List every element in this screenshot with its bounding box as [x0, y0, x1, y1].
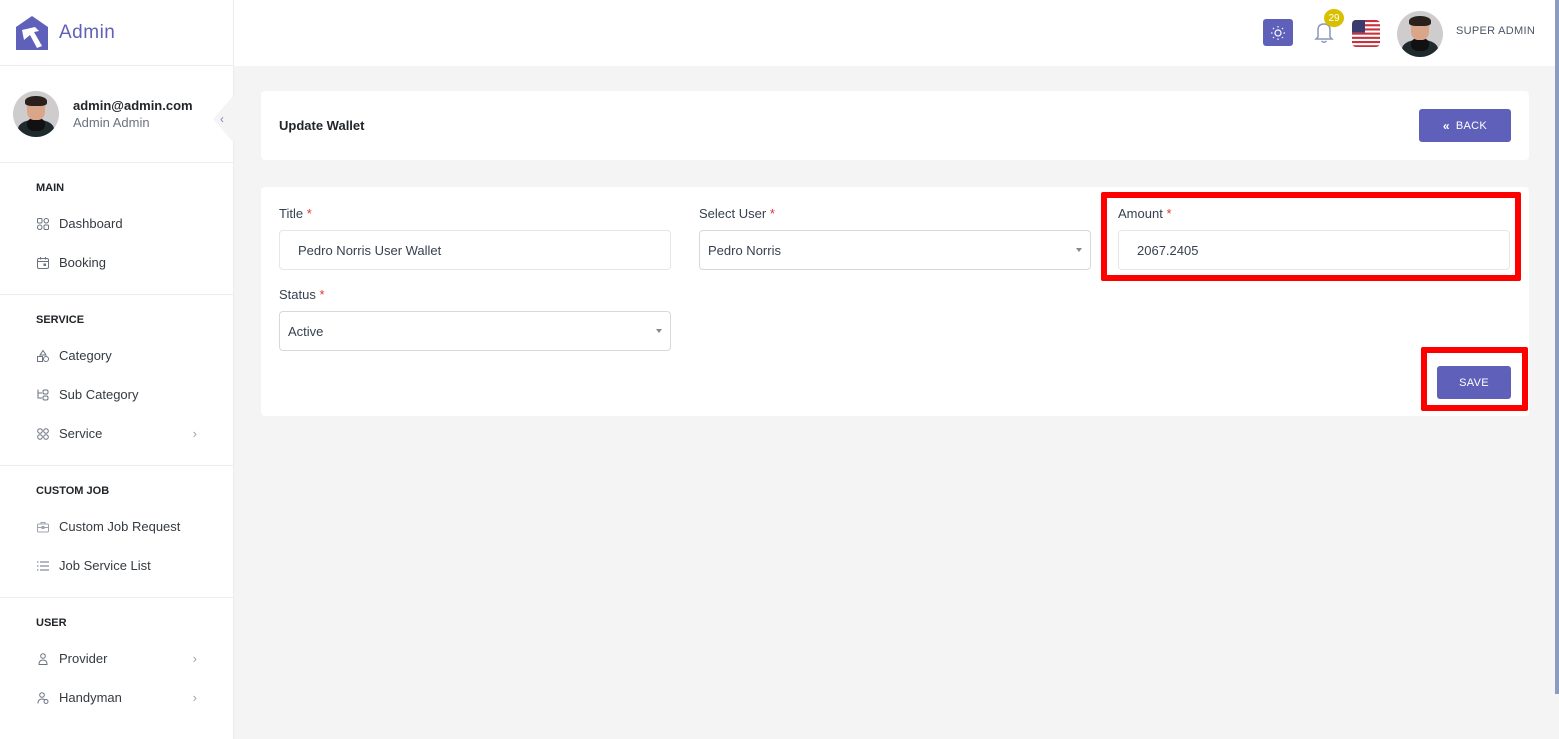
- user-field: Select User * Pedro Norris: [699, 206, 1091, 270]
- sidebar-item-label: Dashboard: [59, 216, 123, 231]
- us-flag-icon: [1352, 20, 1380, 47]
- user-label: Select User *: [699, 206, 775, 221]
- amount-label: Amount *: [1118, 206, 1172, 221]
- sidebar-profile: admin@admin.com Admin Admin ‹: [0, 66, 253, 163]
- avatar: [13, 91, 59, 137]
- status-select[interactable]: Active: [279, 311, 671, 351]
- chevron-right-icon: ›: [192, 651, 197, 666]
- page-title: Update Wallet: [279, 118, 365, 133]
- required-marker: *: [769, 206, 775, 221]
- caret-down-icon: [656, 329, 662, 333]
- sidebar-item-label: Custom Job Request: [59, 519, 181, 534]
- header-avatar[interactable]: [1397, 11, 1443, 57]
- profile-name: Admin Admin: [73, 115, 150, 130]
- title-field: Title * Pedro Norris User Wallet: [279, 206, 671, 270]
- back-button-label: BACK: [1455, 119, 1488, 132]
- chevron-right-icon: ›: [192, 690, 197, 705]
- shapes-icon: [36, 349, 50, 363]
- sidebar: Admin admin@admin.com Admin Admin ‹ MAIN…: [0, 0, 253, 739]
- title-label: Title *: [279, 206, 312, 221]
- save-button[interactable]: SAVE: [1437, 366, 1511, 399]
- sidebar-item-custom-job-request[interactable]: Custom Job Request: [0, 507, 233, 546]
- wallet-form-card: Title * Pedro Norris User Wallet Select …: [261, 187, 1529, 416]
- status-label: Status *: [279, 287, 325, 302]
- sidebar-item-dashboard[interactable]: Dashboard: [0, 204, 233, 243]
- theme-toggle-button[interactable]: [1263, 19, 1293, 46]
- header-user-label[interactable]: SUPER ADMIN: [1456, 25, 1535, 37]
- sidebar-item-label: Booking: [59, 255, 106, 270]
- page-scrollbar[interactable]: [1555, 0, 1559, 694]
- brand-name: Admin: [59, 21, 116, 43]
- grid-icon: [36, 217, 50, 231]
- notification-count-badge: 29: [1324, 9, 1344, 27]
- chevron-right-icon: ›: [192, 426, 197, 441]
- sidebar-item-label: Service: [59, 426, 103, 441]
- sidebar-item-sub-category[interactable]: Sub Category: [0, 375, 233, 414]
- required-marker: *: [319, 287, 325, 302]
- hammer-house-logo-icon: [16, 15, 48, 50]
- chevron-left-icon: ‹: [220, 112, 224, 126]
- required-marker: *: [1166, 206, 1172, 221]
- sidebar-item-handyman[interactable]: Handyman ›: [0, 678, 233, 717]
- nav-section-main: MAIN Dashboard Booking: [0, 163, 233, 295]
- brand[interactable]: Admin: [0, 0, 233, 66]
- briefcase-icon: [36, 520, 50, 534]
- sidebar-item-label: Sub Category: [59, 387, 139, 402]
- nav-heading: USER: [36, 617, 67, 629]
- calendar-icon: [36, 256, 50, 270]
- user-select-value: Pedro Norris: [708, 242, 781, 258]
- back-button[interactable]: « BACK: [1419, 109, 1511, 142]
- sidebar-item-label: Provider: [59, 651, 108, 666]
- status-select-value: Active: [288, 323, 324, 339]
- required-marker: *: [306, 206, 312, 221]
- sidebar-item-label: Category: [59, 348, 112, 363]
- nav-section-service: SERVICE Category Sub Category Service ›: [0, 295, 233, 466]
- sidebar-item-booking[interactable]: Booking: [0, 243, 233, 282]
- list-icon: [36, 559, 50, 573]
- status-field: Status * Active: [279, 287, 671, 351]
- double-chevron-left-icon: «: [1442, 118, 1450, 133]
- sidebar-item-label: Handyman: [59, 690, 122, 705]
- title-input[interactable]: Pedro Norris User Wallet: [279, 230, 671, 270]
- nav-heading: CUSTOM JOB: [36, 485, 110, 497]
- user-icon: [36, 652, 50, 666]
- sidebar-item-category[interactable]: Category: [0, 336, 233, 375]
- nav-section-custom-job: CUSTOM JOB Custom Job Request Job Servic…: [0, 466, 233, 598]
- sun-icon: [1271, 25, 1285, 40]
- sidebar-collapse-toggle[interactable]: ‹: [213, 96, 253, 142]
- grid-circles-icon: [36, 427, 50, 441]
- nav-heading: MAIN: [36, 182, 65, 194]
- nav-heading: SERVICE: [36, 314, 85, 326]
- amount-input[interactable]: 2067.2405: [1118, 230, 1510, 270]
- caret-down-icon: [1076, 248, 1082, 252]
- sidebar-item-provider[interactable]: Provider ›: [0, 639, 233, 678]
- sidebar-item-label: Job Service List: [59, 558, 151, 573]
- language-selector[interactable]: [1352, 20, 1380, 47]
- page-header-card: Update Wallet « BACK: [261, 91, 1529, 160]
- user-select[interactable]: Pedro Norris: [699, 230, 1091, 270]
- amount-field: Amount * 2067.2405: [1118, 206, 1510, 270]
- sidebar-item-job-service-list[interactable]: Job Service List: [0, 546, 233, 585]
- hierarchy-icon: [36, 388, 50, 402]
- user-gear-icon: [36, 691, 50, 705]
- top-header: 29 SUPER ADMIN: [234, 0, 1555, 66]
- sidebar-item-service[interactable]: Service ›: [0, 414, 233, 453]
- nav-section-user: USER Provider › Handyman ›: [0, 598, 233, 729]
- profile-email: admin@admin.com: [73, 98, 193, 113]
